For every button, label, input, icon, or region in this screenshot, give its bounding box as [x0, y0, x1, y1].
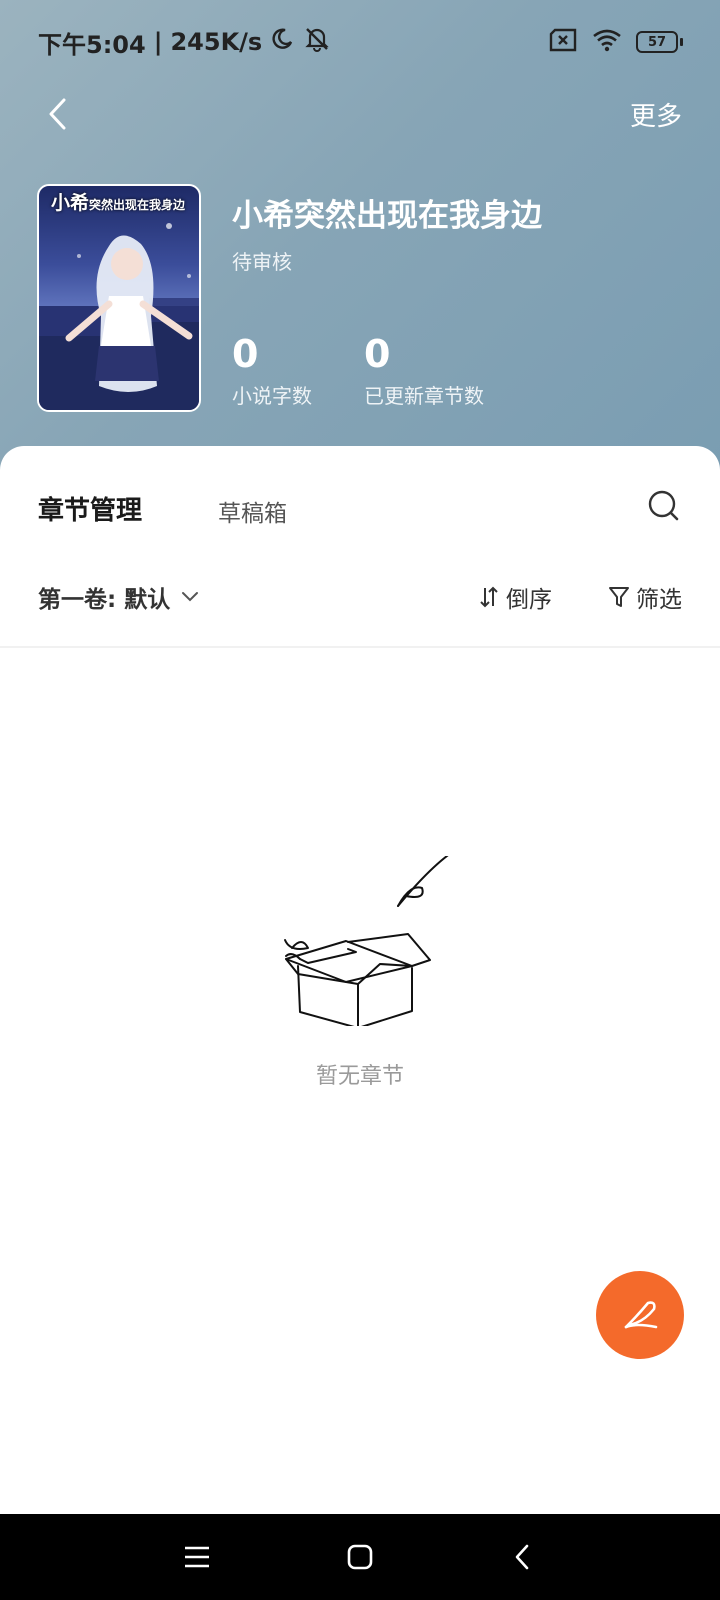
menu-icon	[185, 1546, 209, 1568]
tab-chapter-management[interactable]: 章节管理	[38, 490, 142, 527]
stat-label: 已更新章节数	[364, 384, 484, 408]
chevron-down-icon	[182, 592, 199, 602]
home-button[interactable]	[344, 1541, 376, 1573]
top-nav: 更多	[0, 84, 720, 146]
volume-label: 第一卷: 默认	[38, 587, 171, 613]
volume-toolbar: 第一卷: 默认 倒序 筛选	[0, 574, 720, 622]
stat-label: 小说字数	[232, 384, 312, 408]
book-cover[interactable]: 小希突然出现在我身边	[37, 184, 201, 412]
recent-apps-button[interactable]	[181, 1541, 213, 1573]
quill-pen-icon	[624, 1301, 658, 1329]
home-square-icon	[347, 1544, 373, 1570]
chapter-panel: 章节管理 草稿箱 第一卷: 默认 倒序 筛选 暂无章节	[0, 446, 720, 1514]
book-title: 小希突然出现在我身边	[232, 198, 542, 234]
chevron-left-icon	[49, 98, 66, 130]
cover-title: 小希突然出现在我身边	[51, 188, 185, 215]
sort-label: 倒序	[506, 587, 552, 613]
stat-word-count: 0 小说字数	[232, 334, 312, 409]
divider	[0, 646, 720, 648]
back-arrow-icon	[515, 1544, 529, 1570]
stat-value: 0	[364, 332, 391, 376]
stat-chapter-count: 0 已更新章节数	[364, 334, 484, 409]
mute-icon	[302, 26, 332, 58]
sort-button[interactable]: 倒序	[478, 580, 552, 614]
search-icon	[648, 490, 679, 521]
status-time: 下午5:04	[38, 30, 146, 59]
status-network-speed: 245K/s	[170, 28, 263, 56]
volume-dropdown[interactable]: 第一卷: 默认	[38, 580, 200, 614]
filter-button[interactable]: 筛选	[608, 580, 682, 614]
sim-card-icon	[548, 28, 578, 56]
book-info: 小希突然出现在我身边 小希突然出现在我身边 待审核 0 小说字数 0 已更新章节…	[0, 184, 720, 414]
cover-title-char: 小希	[51, 192, 90, 214]
system-navigation-bar	[0, 1514, 720, 1600]
system-back-button[interactable]	[506, 1541, 538, 1573]
sort-icon	[480, 586, 498, 608]
status-left: 下午5:04 | 245K/s	[38, 26, 332, 59]
battery-icon: 57	[636, 31, 683, 53]
status-bar: 下午5:04 | 245K/s 57	[0, 0, 720, 84]
empty-box-illustration	[284, 856, 449, 1026]
write-chapter-button[interactable]	[596, 1271, 684, 1359]
search-button[interactable]	[646, 488, 682, 524]
filter-label: 筛选	[636, 587, 682, 613]
book-status: 待审核	[232, 250, 292, 274]
more-button[interactable]: 更多	[630, 96, 682, 133]
empty-state-text: 暂无章节	[315, 1064, 404, 1089]
cover-art	[39, 223, 199, 410]
filter-icon	[609, 587, 629, 607]
back-button[interactable]	[40, 96, 76, 132]
tab-drafts[interactable]: 草稿箱	[218, 494, 287, 528]
wifi-icon	[592, 28, 622, 56]
status-right: 57	[548, 26, 683, 58]
battery-level: 57	[647, 34, 667, 50]
book-header: 下午5:04 | 245K/s 57 更多 小希突然出现在我身边 小希突然出现在…	[0, 0, 720, 480]
moon-icon	[270, 27, 294, 57]
stat-value: 0	[232, 332, 259, 376]
cover-title-rest: 突然出现在我身边	[89, 198, 186, 212]
status-separator: |	[153, 28, 163, 56]
